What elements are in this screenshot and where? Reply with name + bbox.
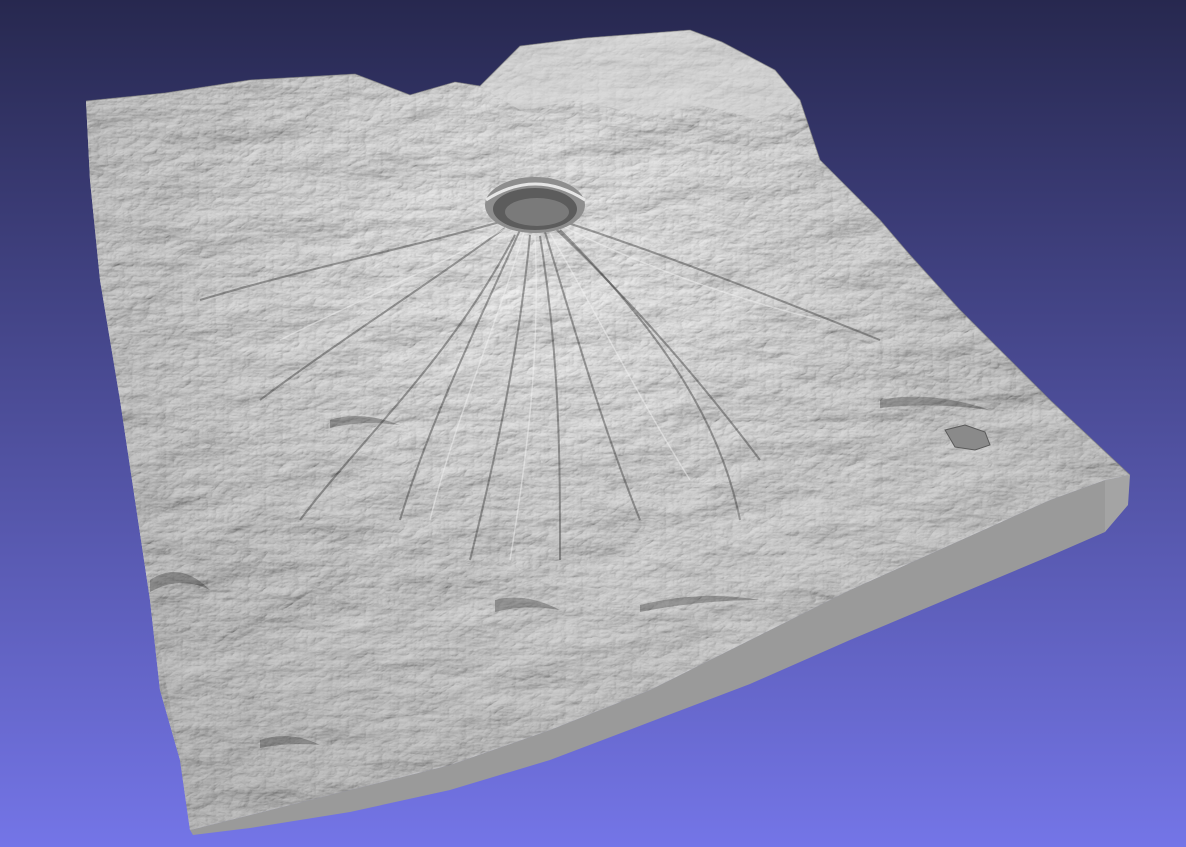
mesh-scene[interactable] [0, 0, 1186, 847]
volcano-crater [485, 177, 586, 233]
3d-viewport[interactable] [0, 0, 1186, 847]
